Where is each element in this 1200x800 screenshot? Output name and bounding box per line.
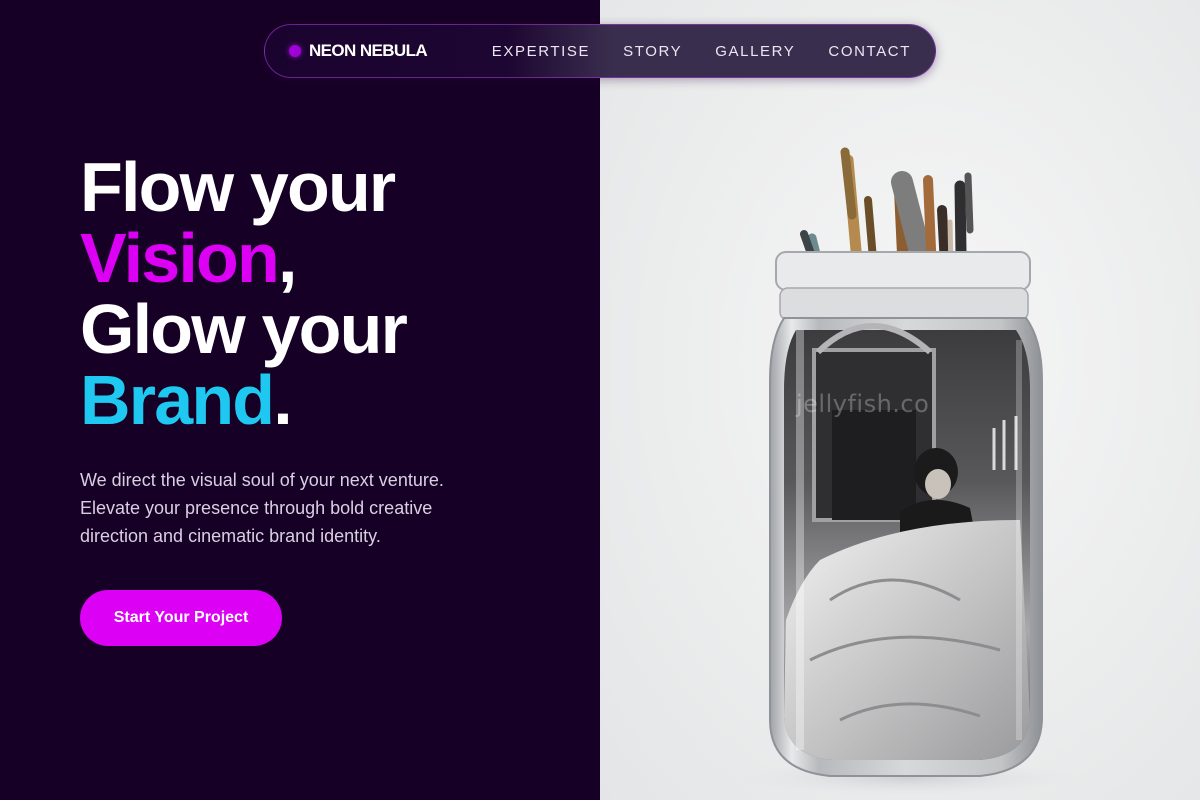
hero-headline: Flow your Vision, Glow your Brand. xyxy=(80,148,408,436)
hero-image: jellyfish.co xyxy=(600,0,1200,800)
hero-subtitle: We direct the visual soul of your next v… xyxy=(80,466,500,550)
subtitle-line-2: Elevate your presence through bold creat… xyxy=(80,498,433,518)
nav-link-expertise[interactable]: EXPERTISE xyxy=(492,43,590,60)
landing-page: jellyfish.co NEON NEBULA EXPERTISE STORY… xyxy=(0,0,1200,800)
nav-link-gallery[interactable]: GALLERY xyxy=(715,43,795,60)
nav-link-contact[interactable]: CONTACT xyxy=(828,43,911,60)
headline-period: . xyxy=(273,361,292,439)
headline-comma: , xyxy=(277,219,297,297)
headline-accent-vision: Vision xyxy=(80,219,280,297)
dot-icon xyxy=(289,45,301,57)
headline-line-1: Flow your xyxy=(80,148,396,226)
subtitle-line-1: We direct the visual soul of your next v… xyxy=(80,470,444,490)
top-navigation: NEON NEBULA EXPERTISE STORY GALLERY CONT… xyxy=(264,24,936,78)
nav-links: EXPERTISE STORY GALLERY CONTACT xyxy=(492,25,911,77)
headline-line-4: Brand. xyxy=(80,365,406,436)
headline-line-3: Glow your xyxy=(80,290,408,368)
brand-logo[interactable]: NEON NEBULA xyxy=(289,25,428,77)
headline-line-2: Vision, xyxy=(80,223,406,294)
headline-accent-brand: Brand xyxy=(80,361,275,439)
nav-link-story[interactable]: STORY xyxy=(623,43,682,60)
subtitle-line-3: direction and cinematic brand identity. xyxy=(80,526,381,546)
brand-name: NEON NEBULA xyxy=(309,41,428,60)
watermark-text: jellyfish.co xyxy=(796,390,930,418)
start-project-button[interactable]: Start Your Project xyxy=(80,590,282,646)
